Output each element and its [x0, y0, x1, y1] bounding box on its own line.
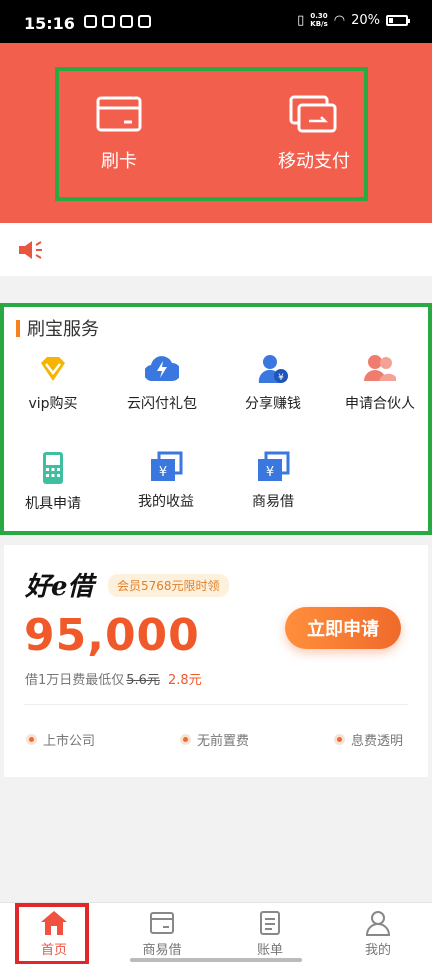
bottom-tab-bar: 首页 商易借 账单 我的 — [0, 902, 432, 964]
loan-card[interactable]: 好e借 会员5768元限时领 95,000 借1万日费最低仅 5.6元 2.8元… — [4, 545, 428, 777]
tab-bill[interactable]: 账单 — [216, 903, 324, 964]
notice-bar[interactable] — [0, 223, 432, 276]
app-notification-icon — [84, 15, 97, 28]
profile-icon — [365, 911, 391, 936]
app-notification-icon — [120, 15, 133, 28]
service-my-earnings[interactable]: ¥ 我的收益 — [113, 451, 219, 511]
feature-listed-company: 上市公司 — [26, 730, 95, 749]
mobile-pay-button[interactable]: 移动支付 — [254, 95, 374, 173]
swipe-card-button[interactable]: 刷卡 — [59, 95, 179, 173]
tab-shangyi-loan[interactable]: 商易借 — [108, 903, 216, 964]
payment-hero: 刷卡 移动支付 — [0, 43, 432, 223]
lightning-cloud-icon — [145, 356, 179, 382]
new-rate: 2.8元 — [167, 673, 202, 688]
title-accent-bar — [16, 319, 20, 337]
service-device-apply[interactable]: 机具申请 — [0, 451, 106, 513]
mobile-pay-icon — [289, 95, 337, 133]
network-speed: 0.30 KB/s — [310, 12, 328, 28]
mobile-pay-label: 移动支付 — [278, 151, 350, 172]
diamond-icon — [41, 357, 65, 381]
bullet-icon — [334, 734, 345, 745]
feature-no-upfront-fee: 无前置费 — [180, 730, 249, 749]
services-title: 刷宝服务 — [16, 315, 99, 341]
yuan-card-icon: ¥ — [151, 451, 183, 481]
system-status: ▯ 0.30 KB/s ◠ 20% — [297, 12, 410, 28]
battery-level: 20% — [351, 12, 380, 28]
home-icon — [41, 911, 67, 935]
loan-brand-logo: 好e借 — [25, 572, 94, 602]
bullet-icon — [180, 734, 191, 745]
svg-text:¥: ¥ — [266, 465, 274, 480]
notification-icons — [84, 15, 151, 28]
old-rate: 5.6元 — [126, 673, 160, 688]
apply-now-button[interactable]: 立即申请 — [285, 607, 401, 649]
card-icon — [150, 912, 174, 934]
svg-text:¥: ¥ — [278, 373, 284, 383]
service-apply-partner[interactable]: 申请合伙人 — [327, 353, 432, 413]
partners-icon — [364, 355, 396, 381]
loan-rate: 借1万日费最低仅 5.6元 2.8元 — [25, 669, 202, 688]
service-shangyi-loan[interactable]: ¥ 商易借 — [220, 451, 326, 511]
card-icon — [96, 96, 142, 132]
app-notification-icon — [102, 15, 115, 28]
swipe-card-label: 刷卡 — [101, 151, 137, 172]
clock: 15:16 — [24, 14, 75, 33]
services-section: 刷宝服务 vip购买 云闪付礼包 ¥ 分享赚钱 申请合伙人 机具申请 ¥ 我的收… — [0, 303, 432, 535]
bullet-icon — [26, 734, 37, 745]
yuan-card-icon: ¥ — [258, 451, 290, 481]
payment-options-group: 刷卡 移动支付 — [55, 67, 368, 201]
divider — [24, 704, 408, 705]
speaker-icon — [19, 241, 42, 259]
vibrate-icon: ▯ — [297, 12, 305, 28]
home-indicator — [130, 958, 302, 962]
pos-terminal-icon — [43, 452, 63, 484]
status-bar: 15:16 ▯ 0.30 KB/s ◠ 20% — [0, 0, 432, 43]
promo-badge: 会员5768元限时领 — [108, 574, 229, 597]
user-yuan-icon: ¥ — [258, 355, 288, 383]
tab-home[interactable]: 首页 — [0, 903, 108, 964]
wifi-icon: ◠ — [333, 12, 346, 28]
feature-transparent-fees: 息费透明 — [334, 730, 403, 749]
svg-text:¥: ¥ — [159, 465, 167, 480]
tab-mine[interactable]: 我的 — [324, 903, 432, 964]
bill-icon — [260, 911, 280, 935]
service-vip-purchase[interactable]: vip购买 — [0, 353, 106, 413]
loan-amount: 95,000 — [24, 610, 200, 661]
service-share-earn[interactable]: ¥ 分享赚钱 — [220, 353, 326, 413]
app-notification-icon — [138, 15, 151, 28]
service-cloud-flash-gift[interactable]: 云闪付礼包 — [109, 353, 215, 413]
battery-icon — [386, 14, 410, 26]
